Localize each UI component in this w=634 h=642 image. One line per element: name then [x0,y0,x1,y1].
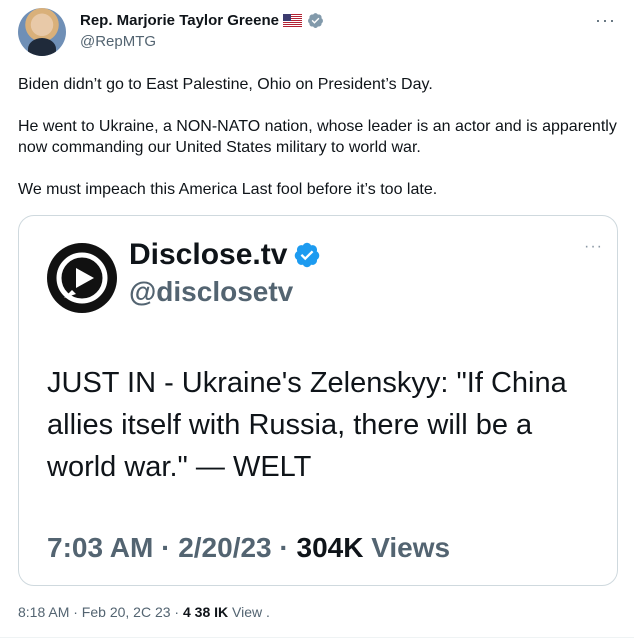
quoted-views-label: Views [363,532,451,563]
quoted-tweet-card[interactable]: Disclose.tv @disclosetv ··· JUST IN - Uk… [18,215,618,586]
verified-badge-icon[interactable] [307,12,324,29]
quoted-author-handle[interactable]: @disclosetv [129,276,293,308]
avatar[interactable] [18,8,66,56]
quoted-views-count: 304K [296,532,364,563]
verified-badge-icon[interactable] [293,241,321,269]
disclose-tv-logo-icon [47,243,117,313]
divider [0,637,634,638]
quoted-tweet-meta: 7:03 AM · 2/20/23 · 304K Views [47,532,450,564]
quoted-timestamp[interactable]: 7:03 AM · 2/20/23 · [47,532,297,563]
tweet-paragraph: Biden didn’t go to East Palestine, Ohio … [18,76,433,93]
tweet-paragraph: We must impeach this America Last fool b… [18,181,438,198]
tweet-timestamp[interactable]: 8:18 AM · Feb 20, 2C 23 · [18,604,183,620]
more-horizontal-icon[interactable]: ··· [595,10,616,31]
quoted-tweet-text: JUST IN - Ukraine's Zelenskyy: "If China… [47,367,567,483]
author-name-row: Rep. Marjorie Taylor Greene [80,12,324,29]
more-horizontal-icon[interactable]: ··· [584,238,603,256]
quoted-author-name[interactable]: Disclose.tv [129,238,287,272]
tweet-header: Rep. Marjorie Taylor Greene @RepMTG ··· [18,6,618,62]
us-flag-icon [282,14,302,27]
author-handle[interactable]: @RepMTG [80,33,156,50]
tweet-views-count: 4 38 IK [182,604,229,620]
tweet-meta: 8:18 AM · Feb 20, 2C 23 · 4 38 IK View . [18,604,270,620]
tweet-paragraph: He went to Ukraine, a NON-NATO nation, w… [18,118,617,156]
tweet-text: Biden didn’t go to East Palestine, Ohio … [18,74,618,221]
tweet-views-label: View . [232,604,270,620]
quoted-name-row: Disclose.tv [129,238,321,272]
author-name[interactable]: Rep. Marjorie Taylor Greene [80,12,279,29]
